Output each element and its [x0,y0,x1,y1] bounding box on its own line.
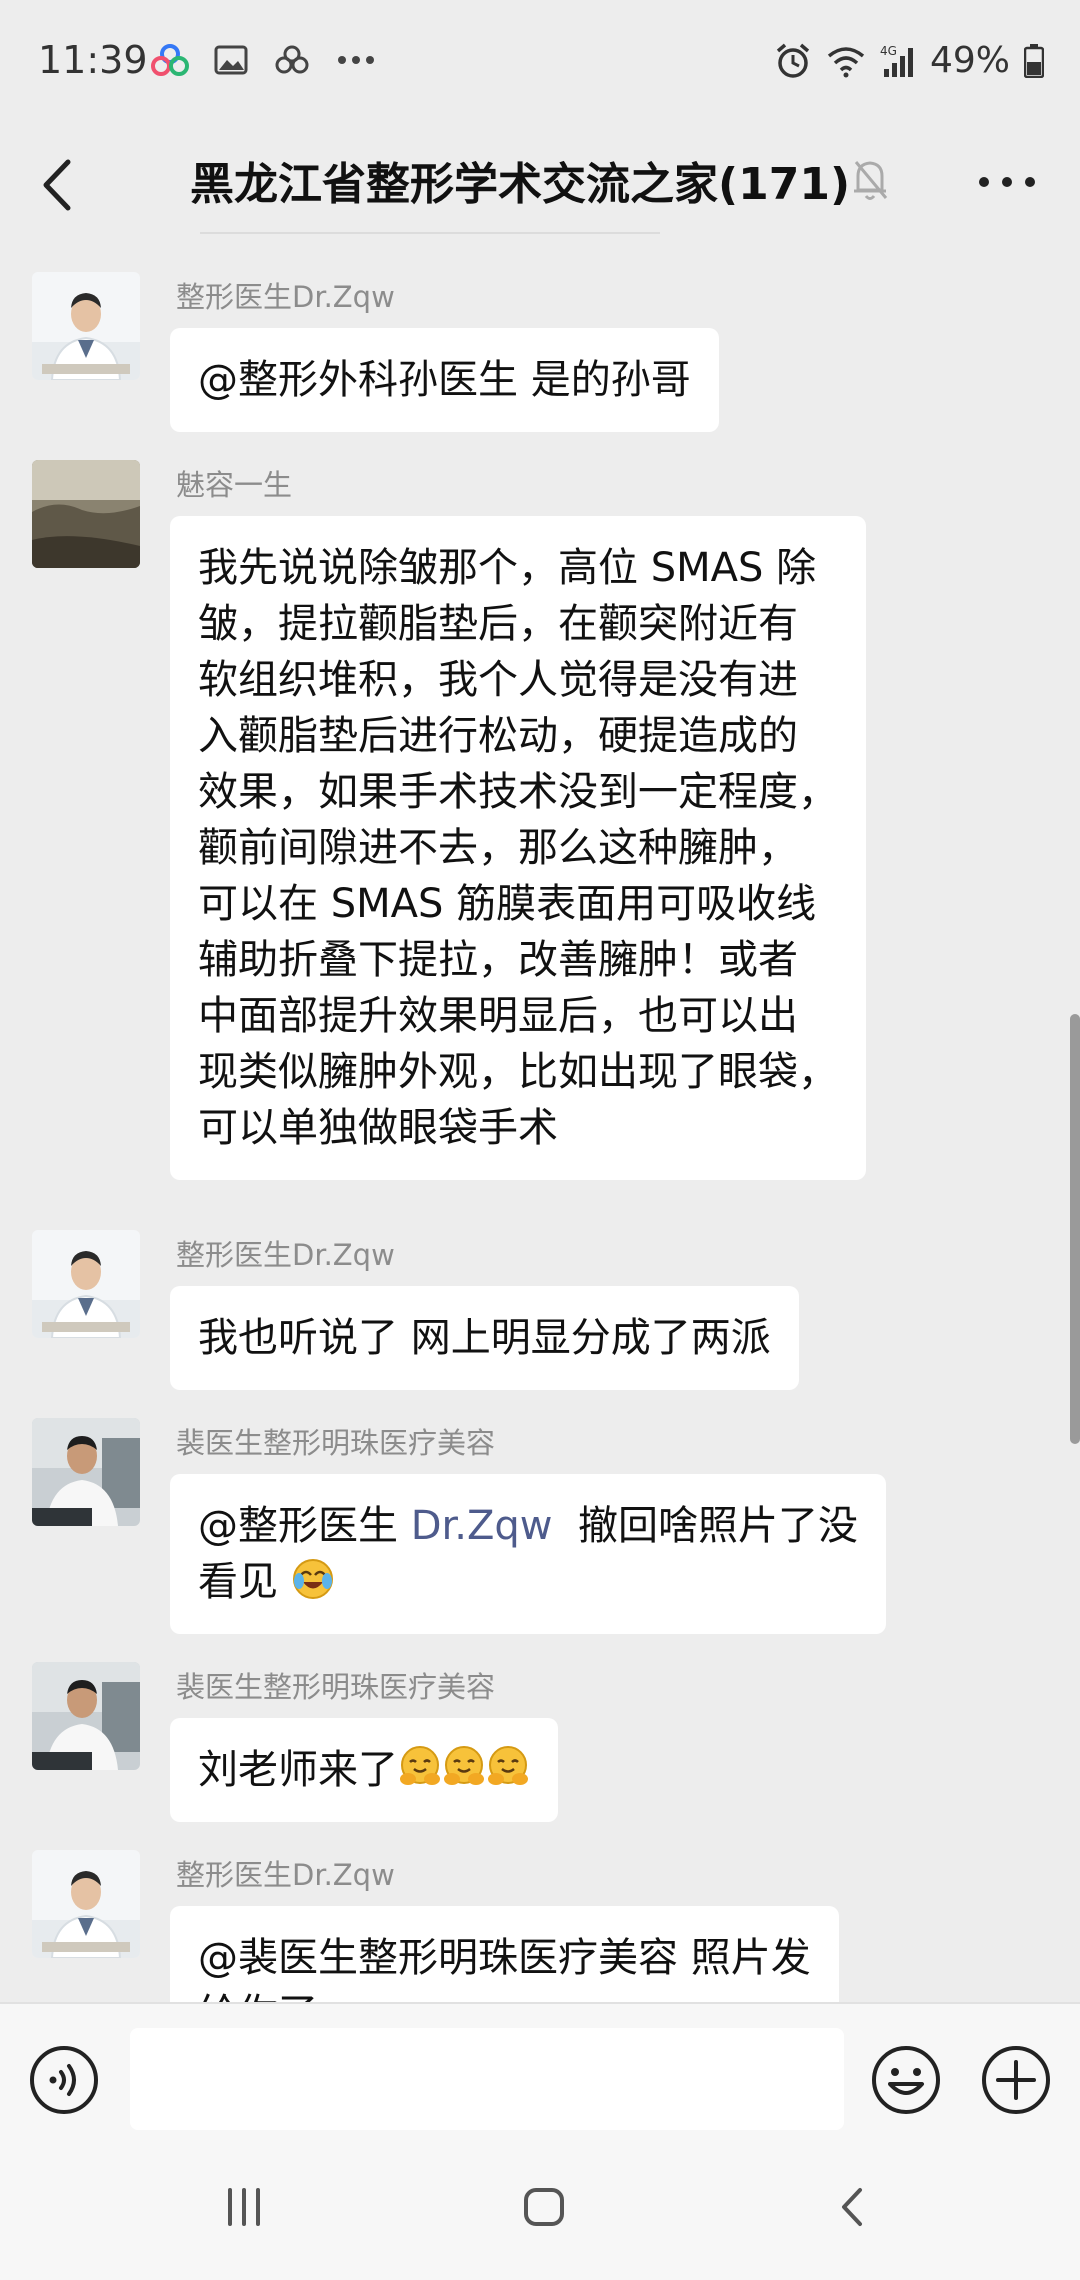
bell-off-icon [854,161,888,200]
back-arrow-icon[interactable] [30,150,90,220]
message-bubble[interactable]: 我先说说除皱那个，高位 SMAS 除 皱，提拉颧脂垫后，在颧突附近有 软组织堆积… [170,516,866,1180]
avatar[interactable] [32,1850,140,1958]
sender-name: 裴医生整形明珠医疗美容 [176,1426,496,1460]
hugging-face-emoji-icon [488,1746,528,1785]
multi-circle-icon [151,44,189,76]
message-text: 刘老师来了 [198,1747,398,1793]
wifi-icon [827,46,865,77]
message-text-line: 软组织堆积，我个人觉得是没有进 [198,657,798,703]
crying-laughing-emoji-icon [292,1559,333,1599]
avatar[interactable] [32,460,140,568]
message-input[interactable] [130,2028,844,2130]
sender-name: 整形医生Dr.Zqw [176,1858,395,1892]
avatar[interactable] [32,1230,140,1338]
input-bar [0,2002,1080,2142]
message-text-line: 现类似臃肿外观，比如出现了眼袋， [198,1049,838,1095]
message-text-line: 给你了 [198,1986,811,2002]
message-text-line: 效果，如果手术技术没到一定程度， [198,769,838,815]
battery-icon [1024,43,1044,78]
image-icon [214,45,248,75]
message-text-line: 皱，提拉颧脂垫后，在颧突附近有 [198,601,798,647]
smiley-icon[interactable] [870,2044,942,2116]
mention-prefix: @整形医生 [198,1503,411,1549]
message-text-line: 可以单独做眼袋手术 [198,1105,558,1151]
avatar[interactable] [32,272,140,380]
more-dots-icon [338,56,374,64]
avatar[interactable] [32,1418,140,1526]
alarm-icon [776,43,810,78]
system-navigation-bar [0,2140,1080,2280]
message-bubble[interactable]: 我也听说了 网上明显分成了两派 [170,1286,799,1390]
plus-icon[interactable] [980,2044,1052,2116]
message-bubble[interactable]: @整形外科孙医生 是的孙哥 [170,328,719,432]
message-bubble[interactable]: @整形医生 Dr.Zqw 撤回啥照片了没 看见 [170,1474,886,1634]
message-bubble[interactable]: 刘老师来了 [170,1718,558,1822]
message-text-line: 我先说说除皱那个，高位 SMAS 除 [198,545,817,591]
message-text: @整形外科孙医生 是的孙哥 [198,357,691,403]
avatar[interactable] [32,1662,140,1770]
recents-icon[interactable] [222,2182,266,2232]
scrollbar[interactable] [1070,1014,1080,1444]
sender-name: 整形医生Dr.Zqw [176,280,395,314]
header-divider [200,232,660,234]
voice-icon[interactable] [28,2044,100,2116]
battery-percent: 49% [929,40,1010,81]
sender-name: 整形医生Dr.Zqw [176,1238,395,1272]
message-text: 我也听说了 网上明显分成了两派 [198,1315,771,1361]
page-title: 黑龙江省整形学术交流之家(171) [190,159,851,210]
message-text: 看见 [198,1559,278,1605]
chat-header: 黑龙江省整形学术交流之家(171) [0,130,1080,240]
sender-name: 魅容一生 [176,468,293,502]
home-icon[interactable] [522,2182,566,2232]
hugging-face-emoji-icon [400,1746,440,1785]
message-list[interactable]: 整形医生Dr.Zqw @整形外科孙医生 是的孙哥 魅容一生 我先说说除皱那个，高… [0,262,1080,2002]
message-bubble[interactable]: @裴医生整形明珠医疗美容 照片发 给你了 [170,1906,839,2002]
hugging-face-emoji-icon [444,1746,484,1785]
4g-signal-icon: 4G [880,44,913,77]
message-text: 撤回啥照片了没 [552,1503,858,1549]
mention-link[interactable]: Dr.Zqw [411,1503,553,1549]
back-icon[interactable] [830,2182,874,2232]
svg-text:4G: 4G [880,44,897,58]
message-text-line: @裴医生整形明珠医疗美容 照片发 [198,1935,811,1981]
sender-name: 裴医生整形明珠医疗美容 [176,1670,496,1704]
link-icon [275,45,309,74]
status-bar: 11:39 4G 49% [0,0,1080,130]
message-text-line: 中面部提升效果明显后，也可以出 [198,993,798,1039]
message-text-line: 入颧脂垫后进行松动，硬提造成的 [198,713,798,759]
message-text-line: 可以在 SMAS 筋膜表面用可吸收线 [198,881,817,927]
message-text-line: 辅助折叠下提拉，改善臃肿！或者 [198,937,798,983]
status-time: 11:39 [38,38,148,82]
message-text-line: 颧前间隙进不去，那么这种臃肿， [198,825,798,871]
more-icon[interactable] [972,152,1042,212]
